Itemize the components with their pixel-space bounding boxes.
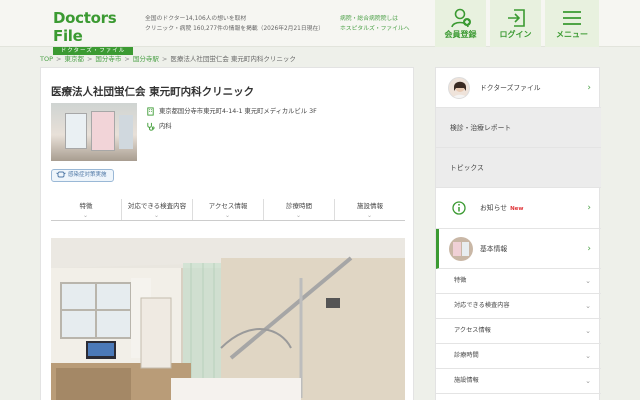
- sidebar-sub-label: 施設情報: [454, 377, 479, 384]
- tab-facility[interactable]: 施設情報 ⌄: [335, 199, 405, 220]
- chevron-right-icon: ›: [587, 243, 591, 254]
- menu-button[interactable]: メニュー: [545, 0, 599, 47]
- sidebar-item-label: トピックス: [450, 163, 484, 172]
- breadcrumb: TOP > 東京都 > 国分寺市 > 国分寺駅 > 医療法人社団蛍仁会 東元町内科クリニック: [40, 55, 296, 63]
- login-label: ログイン: [499, 30, 532, 39]
- tab-access[interactable]: アクセス情報 ⌄: [193, 199, 264, 220]
- tab-label: 対応できる検査内容: [127, 202, 187, 210]
- breadcrumb-kokubunji-city[interactable]: 国分寺市: [95, 55, 121, 63]
- menu-label: メニュー: [556, 30, 588, 39]
- tab-hours[interactable]: 診療時間 ⌄: [264, 199, 335, 220]
- logo-text: Doctors File: [53, 9, 117, 45]
- chevron-down-icon: ⌄: [585, 352, 591, 360]
- building-icon: [147, 106, 154, 116]
- sidebar-item-reports[interactable]: 検診・治療レポート: [436, 108, 601, 148]
- user-plus-icon: [450, 8, 471, 28]
- site-header: Doctors File ドクターズ・ファイル 全国のドクター14,106人の想…: [0, 0, 640, 55]
- sidebar-sub-examinations[interactable]: 対応できる検査内容 ⌄: [436, 294, 601, 319]
- clinic-card: 医療法人社団蛍仁会 東元町内科クリニック 東京都国分寺市東元町4-14-1 東元…: [40, 67, 414, 400]
- doctors-file-logo[interactable]: Doctors File ドクターズ・ファイル: [53, 9, 137, 55]
- tab-label: 特徴: [79, 202, 93, 210]
- sidebar-sub-label: 診療時間: [454, 352, 479, 359]
- breadcrumb-kokubunji-station[interactable]: 国分寺駅: [133, 55, 159, 63]
- sidebar-sub-label: アクセス情報: [454, 327, 491, 334]
- chevron-down-icon: ⌄: [585, 377, 591, 385]
- tab-features[interactable]: 特徴 ⌄: [51, 199, 122, 220]
- sidebar-sub-label: 対応できる検査内容: [454, 302, 510, 309]
- examination-room-image: [51, 238, 405, 400]
- badge-label: 感染症対策実施: [68, 172, 107, 178]
- chevron-down-icon: ⌄: [225, 212, 231, 219]
- tab-label: 施設情報: [357, 202, 383, 210]
- hospitals-file-link[interactable]: 病院・総合病院院しは ホスピタルズ・ファイルへ: [340, 14, 410, 34]
- sidebar-item-doctors-file[interactable]: ドクターズファイル ›: [436, 68, 601, 108]
- sidebar-sub-hours[interactable]: 診療時間 ⌄: [436, 344, 601, 369]
- clinic-interior-photo: [51, 238, 405, 400]
- sidebar-sub-access[interactable]: アクセス情報 ⌄: [436, 319, 601, 344]
- register-label: 会員登録: [444, 30, 477, 39]
- tab-label: 診療時間: [286, 202, 312, 210]
- sidebar-item-topics[interactable]: トピックス: [436, 148, 601, 188]
- sidebar-item-basic-info[interactable]: 基本情報 ›: [436, 229, 601, 269]
- sidebar-sub-label: 特徴: [454, 277, 467, 284]
- sidebar-item-label: 検診・治療レポート: [450, 123, 512, 132]
- clinic-sidebar: ドクターズファイル › 検診・治療レポート トピックス お知らせ New › 基本…: [435, 67, 601, 400]
- chevron-down-icon: ⌄: [585, 327, 591, 335]
- breadcrumb-current: 医療法人社団蛍仁会 東元町内科クリニック: [170, 55, 296, 63]
- chevron-down-icon: ⌄: [154, 212, 160, 219]
- clinic-title: 医療法人社団蛍仁会 東元町内科クリニック: [51, 86, 255, 98]
- chevron-right-icon: ›: [587, 82, 591, 93]
- clinic-address-row: 東京都国分寺市東元町4-14-1 東元町メディカルビル 3F: [146, 106, 317, 116]
- chevron-down-icon: ⌄: [83, 212, 89, 219]
- chevron-down-icon: ⌄: [585, 277, 591, 285]
- sidebar-item-news[interactable]: お知らせ New ›: [436, 188, 601, 229]
- hamburger-menu-icon: [563, 11, 581, 25]
- login-button[interactable]: ログイン: [490, 0, 541, 47]
- sidebar-item-label: 基本情報: [480, 244, 508, 253]
- register-button[interactable]: 会員登録: [435, 0, 486, 47]
- breadcrumb-top[interactable]: TOP: [40, 55, 53, 63]
- sidebar-item-label: お知らせ: [480, 204, 508, 212]
- stethoscope-icon: [147, 122, 155, 131]
- sidebar-sub-facility[interactable]: 施設情報 ⌄: [436, 369, 601, 394]
- mask-icon: [56, 171, 66, 178]
- info-icon: [452, 201, 466, 215]
- hospitals-link-line2: ホスピタルズ・ファイルへ: [340, 26, 410, 32]
- chevron-right-icon: ›: [587, 203, 591, 213]
- login-icon: [507, 9, 525, 27]
- clinic-department: 内科: [159, 123, 172, 130]
- chevron-down-icon: ⌄: [367, 212, 373, 219]
- sidebar-item-label: ドクターズファイル: [480, 83, 541, 92]
- sidebar-sub-features[interactable]: 特徴 ⌄: [436, 269, 601, 294]
- tab-examinations[interactable]: 対応できる検査内容 ⌄: [122, 199, 193, 220]
- stats-clinics: クリニック・病院 160,277件の情報を掲載（2026年2月21日現在）: [145, 26, 325, 32]
- chevron-down-icon: ⌄: [585, 302, 591, 310]
- stats-doctors: 全国のドクター14,106人の想いを取材: [145, 16, 247, 22]
- breadcrumb-tokyo[interactable]: 東京都: [64, 55, 84, 63]
- clinic-address: 東京都国分寺市東元町4-14-1 東元町メディカルビル 3F: [159, 108, 317, 115]
- new-badge: New: [510, 206, 524, 212]
- chevron-down-icon: ⌄: [296, 212, 302, 219]
- infection-control-badge: 感染症対策実施: [51, 169, 114, 182]
- clinic-department-row: 内科: [146, 121, 172, 131]
- site-stats: 全国のドクター14,106人の想いを取材 クリニック・病院 160,277件の情…: [145, 14, 324, 34]
- tab-label: アクセス情報: [208, 202, 248, 210]
- hospitals-link-line1: 病院・総合病院院しは: [340, 16, 398, 22]
- clinic-thumb-icon: [449, 237, 473, 261]
- clinic-tabs: 特徴 ⌄ 対応できる検査内容 ⌄ アクセス情報 ⌄ 診療時間 ⌄ 施設情報 ⌄: [51, 199, 405, 221]
- doctor-avatar: [448, 76, 470, 99]
- clinic-thumbnail[interactable]: [51, 103, 137, 161]
